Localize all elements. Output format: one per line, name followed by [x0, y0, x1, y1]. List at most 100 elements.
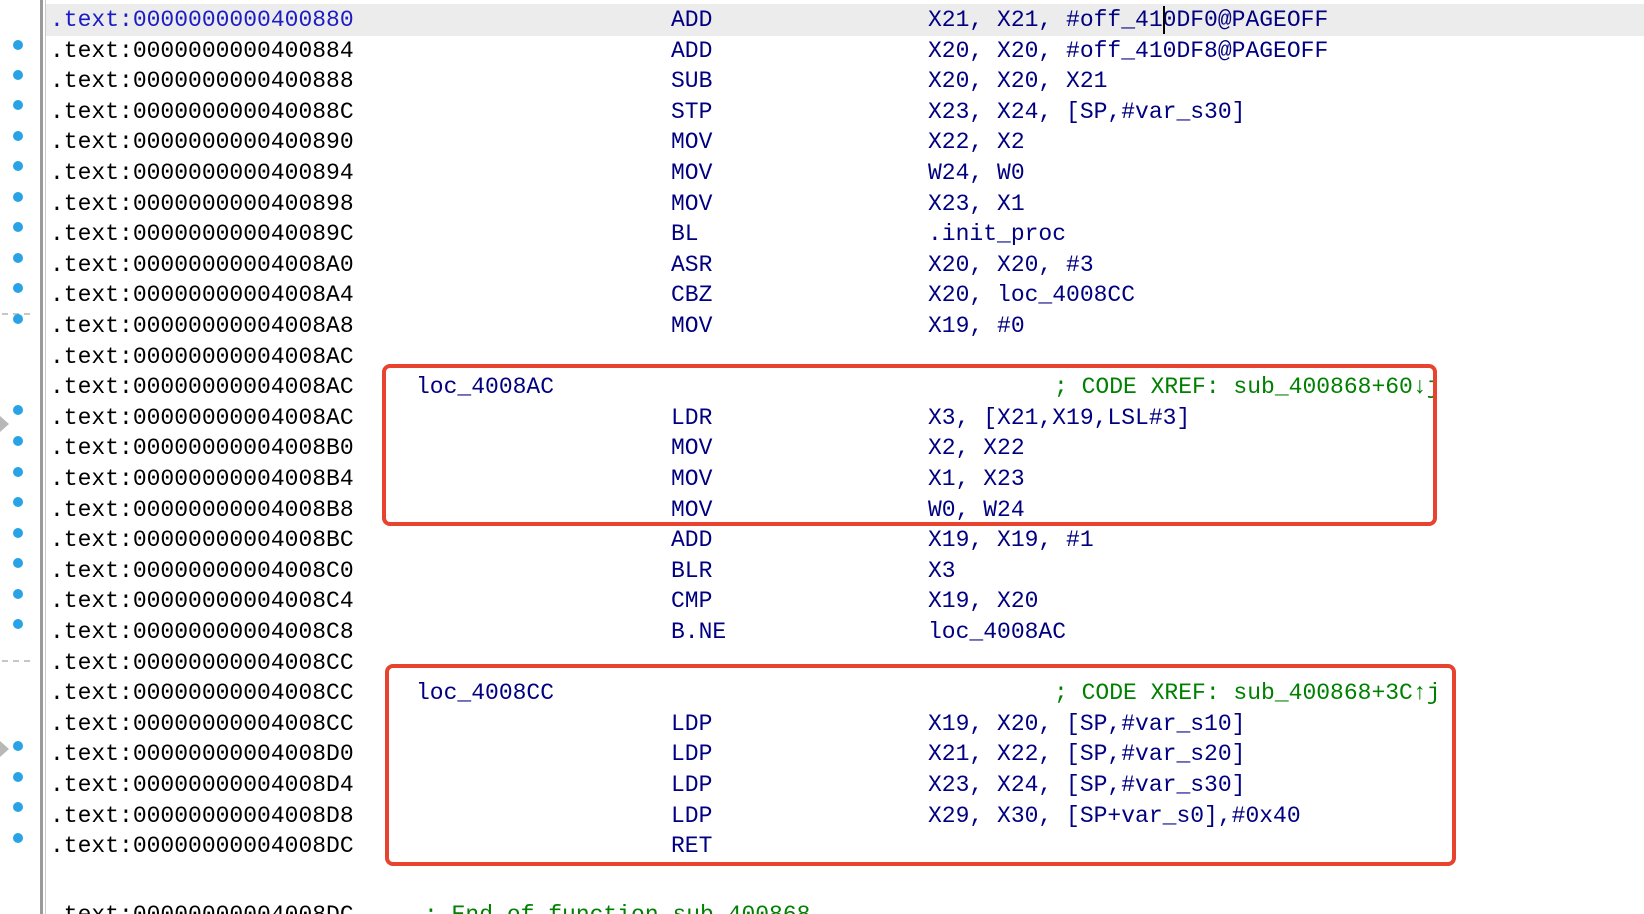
- row-operands[interactable]: X20, loc_4008CC: [928, 279, 1135, 311]
- blue-dot-icon[interactable]: [13, 161, 23, 171]
- listing-row[interactable]: .text:00000000004008C4 CMP X19, X20: [46, 585, 1644, 617]
- blue-dot-icon[interactable]: [13, 772, 23, 782]
- blue-dot-icon[interactable]: [13, 589, 23, 599]
- listing-row[interactable]: .text:00000000004008C8 B.NE loc_4008AC: [46, 616, 1644, 648]
- listing-row[interactable]: .text:00000000004008AC LDR X3, [X21,X19,LS…: [46, 402, 1644, 434]
- blue-dot-icon[interactable]: [13, 283, 23, 293]
- row-operands[interactable]: X19, X19, #1: [928, 524, 1094, 556]
- listing-row[interactable]: .text:00000000004008BC ADD X19, X19, #1: [46, 524, 1644, 556]
- row-operands[interactable]: X29, X30, [SP+var_s0],#0x40: [928, 800, 1301, 832]
- row-operands[interactable]: X22, X2: [928, 126, 1025, 158]
- row-operands[interactable]: loc_4008AC: [928, 616, 1066, 648]
- blue-dot-icon[interactable]: [13, 405, 23, 415]
- blue-dot-icon[interactable]: [13, 619, 23, 629]
- flow-dash-line: [2, 660, 30, 662]
- blue-dot-icon[interactable]: [13, 40, 23, 50]
- row-address: .text:00000000004008CC: [50, 650, 354, 676]
- gutter[interactable]: [0, 0, 40, 914]
- listing-row[interactable]: .text:000000000040089C BL .init_proc: [46, 218, 1644, 250]
- listing-row[interactable]: .text:00000000004008B8 MOV W0, W24: [46, 494, 1644, 526]
- listing-row[interactable]: .text:00000000004008A4 CBZ X20, loc_4008CC: [46, 279, 1644, 311]
- listing-row[interactable]: .text:00000000004008A0 ASR X20, X20, #3: [46, 249, 1644, 281]
- listing-row[interactable]: .text:00000000004008D8 LDP X29, X30, [SP+v…: [46, 800, 1644, 832]
- blue-dot-icon[interactable]: [13, 558, 23, 568]
- blue-dot-icon[interactable]: [13, 436, 23, 446]
- row-operands[interactable]: X19, X20, [SP,#var_s10]: [928, 708, 1245, 740]
- row-operands[interactable]: X3: [928, 555, 956, 587]
- blue-dot-icon[interactable]: [13, 131, 23, 141]
- row-label[interactable]: loc_4008AC: [416, 371, 554, 403]
- blue-dot-icon[interactable]: [13, 528, 23, 538]
- listing-row[interactable]: .text:00000000004008DC RET: [46, 830, 1644, 862]
- row-operands[interactable]: X20, X20, #off_410DF8@PAGEOFF: [928, 35, 1328, 67]
- listing-row[interactable]: .text:00000000004008D0 LDP X21, X22, [SP,#…: [46, 738, 1644, 770]
- listing-row[interactable]: .text:00000000004008B4 MOV X1, X23: [46, 463, 1644, 495]
- listing-row[interactable]: .text:0000000000400888 SUB X20, X20, X21: [46, 65, 1644, 97]
- row-operands[interactable]: X2, X22: [928, 432, 1025, 464]
- row-mnemonic: STP: [671, 99, 713, 125]
- listing-row[interactable]: .text:00000000004008CC LDP X19, X20, [SP,#…: [46, 708, 1644, 740]
- row-mnemonic: ADD: [671, 7, 713, 33]
- row-operands[interactable]: X20, X20, #3: [928, 249, 1094, 281]
- blue-dot-icon[interactable]: [13, 70, 23, 80]
- row-mnemonic: SUB: [671, 68, 713, 94]
- listing-row[interactable]: .text:00000000004008B0 MOV X2, X22: [46, 432, 1644, 464]
- row-operands[interactable]: X20, X20, X21: [928, 65, 1107, 97]
- row-mnemonic: ADD: [671, 527, 713, 553]
- row-mnemonic: MOV: [671, 129, 713, 155]
- row-operands[interactable]: X23, X24, [SP,#var_s30]: [928, 96, 1245, 128]
- listing-row[interactable]: .text:00000000004008C0 BLR X3: [46, 555, 1644, 587]
- row-address: .text:00000000004008A8: [50, 313, 354, 339]
- listing-row[interactable]: .text:00000000004008AC loc_4008AC ; CODE X…: [46, 371, 1644, 403]
- row-address: .text:0000000000400898: [50, 191, 354, 217]
- row-address: .text:00000000004008B8: [50, 497, 354, 523]
- row-operands[interactable]: W0, W24: [928, 494, 1025, 526]
- row-mnemonic: LDP: [671, 772, 713, 798]
- row-operands[interactable]: .init_proc: [928, 218, 1066, 250]
- blue-dot-icon[interactable]: [13, 497, 23, 507]
- row-operands[interactable]: X21, X22, [SP,#var_s20]: [928, 738, 1245, 770]
- listing-row-partial[interactable]: .text:00000000004008DC ; End of function…: [46, 899, 1644, 914]
- listing-row[interactable]: .text:0000000000400894 MOV W24, W0: [46, 157, 1644, 189]
- row-address: .text:00000000004008AC: [50, 374, 354, 400]
- row-address: .text:00000000004008AC: [50, 405, 354, 431]
- blue-dot-icon[interactable]: [13, 253, 23, 263]
- row-operands[interactable]: X3, [X21,X19,LSL#3]: [928, 402, 1190, 434]
- listing-row[interactable]: .text:00000000004008A8 MOV X19, #0: [46, 310, 1644, 342]
- row-comment: ; End of function sub_400868: [424, 899, 810, 914]
- row-operands[interactable]: X23, X24, [SP,#var_s30]: [928, 769, 1245, 801]
- row-mnemonic: MOV: [671, 435, 713, 461]
- row-operands[interactable]: X21, X21, #off_410DF0@PAGEOFF: [928, 4, 1328, 36]
- row-operands[interactable]: W24, W0: [928, 157, 1025, 189]
- row-operands[interactable]: X19, X20: [928, 585, 1038, 617]
- blue-dot-icon[interactable]: [13, 467, 23, 477]
- row-mnemonic: RET: [671, 833, 713, 859]
- listing-row[interactable]: .text:00000000004008D4 LDP X23, X24, [SP,#…: [46, 769, 1644, 801]
- blue-dot-icon[interactable]: [13, 222, 23, 232]
- row-label[interactable]: loc_4008CC: [416, 677, 554, 709]
- listing-row[interactable]: .text:00000000004008AC: [46, 341, 1644, 373]
- row-address: .text:0000000000400894: [50, 160, 354, 186]
- blue-dot-icon[interactable]: [13, 100, 23, 110]
- row-address: .text:0000000000400888: [50, 68, 354, 94]
- blue-dot-icon[interactable]: [13, 192, 23, 202]
- row-address: .text:00000000004008DC: [50, 899, 354, 914]
- row-operands[interactable]: X19, #0: [928, 310, 1025, 342]
- text-cursor: [1163, 6, 1165, 34]
- blue-dot-icon[interactable]: [13, 314, 23, 324]
- row-operands[interactable]: X23, X1: [928, 188, 1025, 220]
- listing-row[interactable]: .text:00000000004008CC loc_4008CC ; CODE X…: [46, 677, 1644, 709]
- listing-row[interactable]: .text:0000000000400884 ADD X20, X20, #off_…: [46, 35, 1644, 67]
- listing-row[interactable]: .text:0000000000400890 MOV X22, X2: [46, 126, 1644, 158]
- listing-row[interactable]: .text:0000000000400898 MOV X23, X1: [46, 188, 1644, 220]
- listing-row[interactable]: .text:000000000040088C STP X23, X24, [SP,#…: [46, 96, 1644, 128]
- row-mnemonic: LDR: [671, 405, 713, 431]
- blue-dot-icon[interactable]: [13, 833, 23, 843]
- row-mnemonic: CMP: [671, 588, 713, 614]
- blue-dot-icon[interactable]: [13, 741, 23, 751]
- row-operands[interactable]: X1, X23: [928, 463, 1025, 495]
- blue-dot-icon[interactable]: [13, 802, 23, 812]
- row-address: .text:00000000004008BC: [50, 527, 354, 553]
- listing-row[interactable]: .text:00000000004008CC: [46, 647, 1644, 679]
- listing-row[interactable]: .text:0000000000400880 ADD X21, X21, #off_…: [46, 4, 1644, 36]
